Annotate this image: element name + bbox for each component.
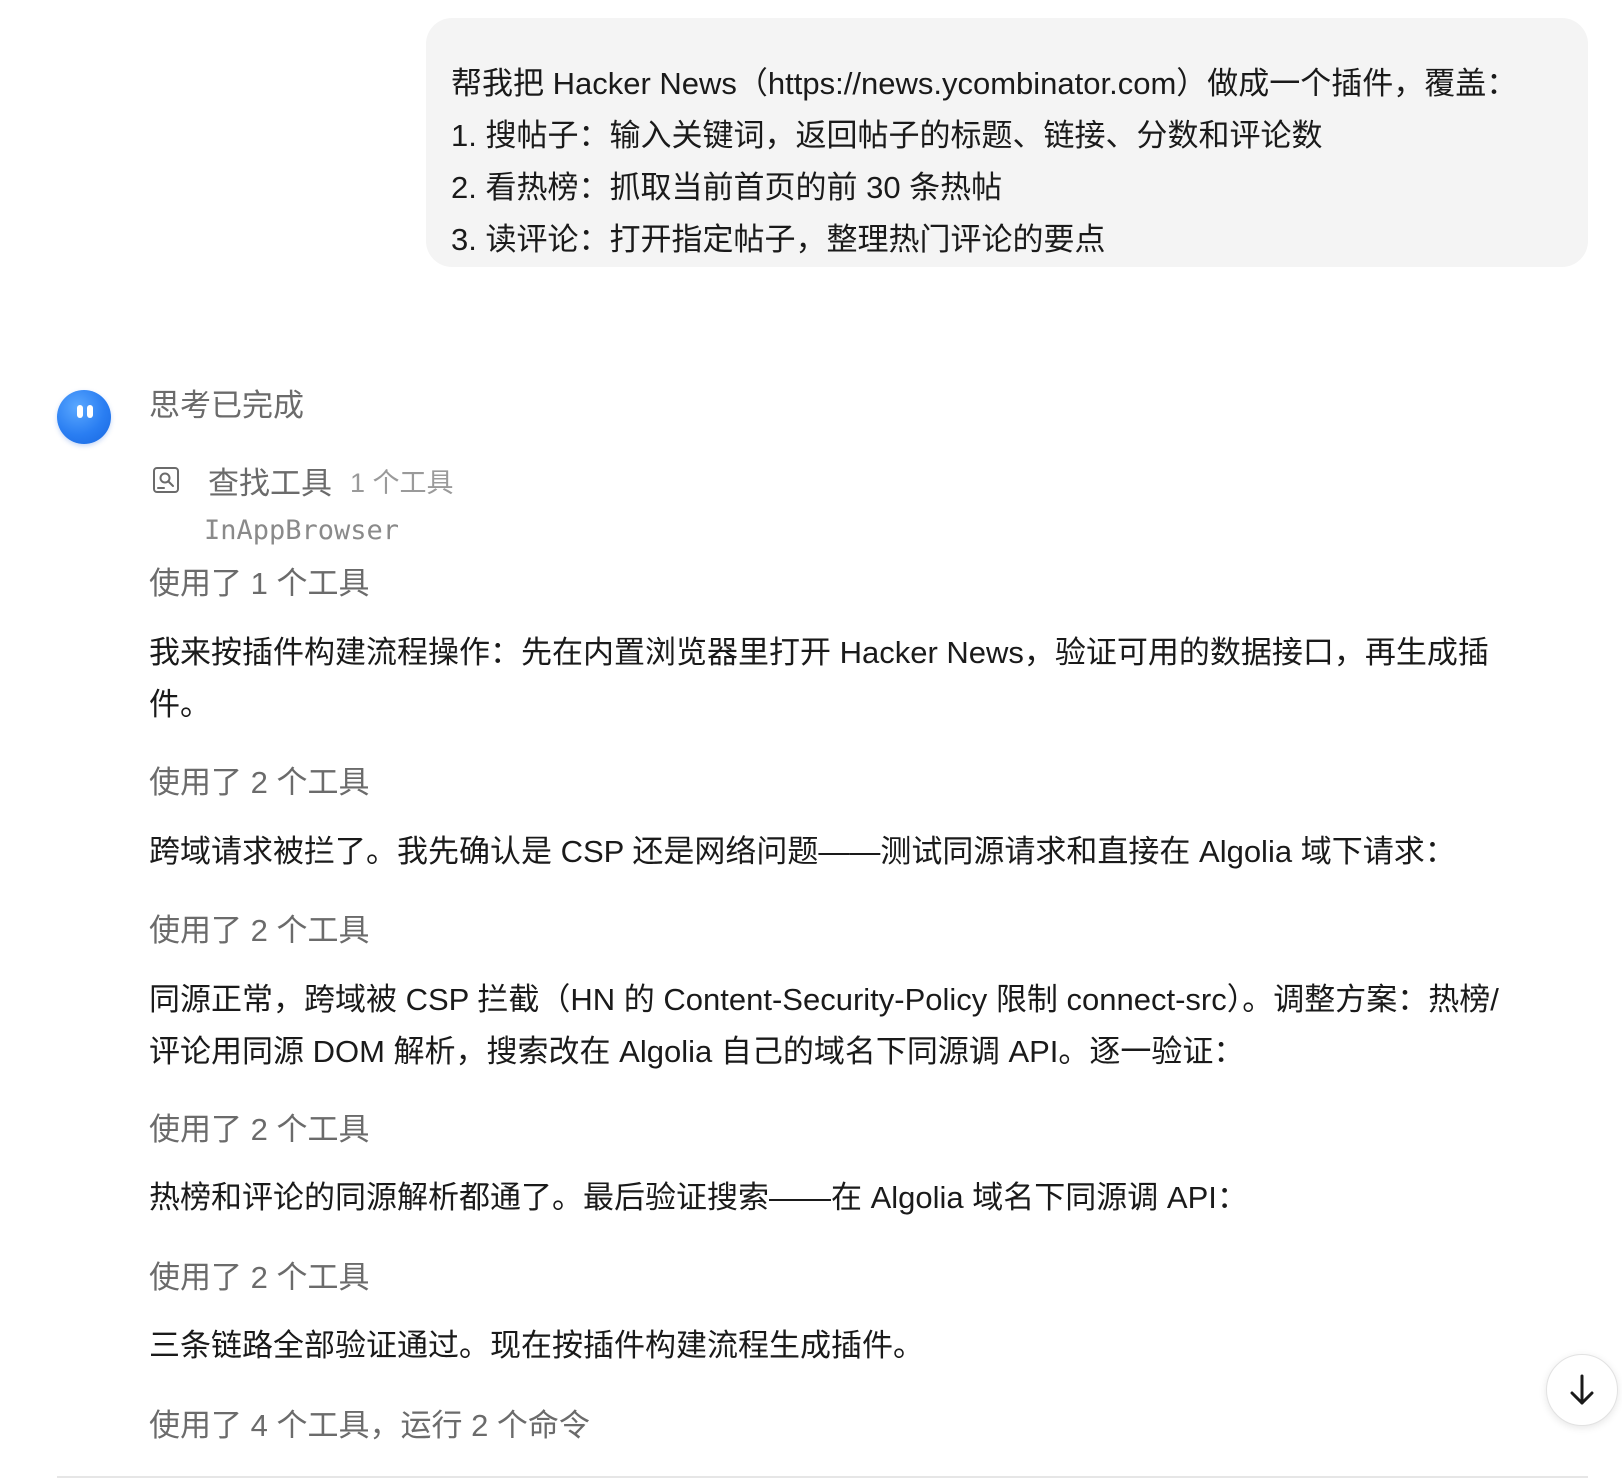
assistant-message: 跨域请求被拦了。我先确认是 CSP 还是网络问题——测试同源请求和直接在 Alg… xyxy=(149,826,1569,878)
used-tools-toggle[interactable]: 使用了 2 个工具 xyxy=(149,1108,369,1152)
image-search-icon xyxy=(153,467,179,493)
tool-search-count: 1 个工具 xyxy=(350,467,454,498)
assistant-avatar xyxy=(57,390,111,444)
assistant-message-line: 同源正常，跨域被 CSP 拦截（HN 的 Content-Security-Po… xyxy=(149,982,1499,1017)
used-tools-toggle[interactable]: 使用了 4 个工具，运行 2 个命令 xyxy=(149,1404,590,1448)
assistant-message-line: 件。 xyxy=(149,687,211,722)
tool-search-label: 查找工具 xyxy=(208,465,332,501)
used-tools-toggle[interactable]: 使用了 2 个工具 xyxy=(149,761,369,805)
tool-search-row[interactable]: 查找工具 1 个工具 xyxy=(151,458,454,502)
user-message-line: 帮我把 Hacker News（https://news.ycombinator… xyxy=(451,66,1518,101)
assistant-message: 热榜和评论的同源解析都通了。最后验证搜索——在 Algolia 域名下同源调 A… xyxy=(149,1172,1569,1224)
scroll-to-bottom-button[interactable] xyxy=(1546,1354,1618,1426)
avatar-eye-left xyxy=(77,405,83,418)
user-message-line: 2. 看热榜：抓取当前首页的前 30 条热帖 xyxy=(451,170,1003,205)
assistant-message: 三条链路全部验证通过。现在按插件构建流程生成插件。 xyxy=(149,1320,1569,1372)
assistant-message: 同源正常，跨域被 CSP 拦截（HN 的 Content-Security-Po… xyxy=(149,974,1569,1078)
assistant-message-line: 热榜和评论的同源解析都通了。最后验证搜索——在 Algolia 域名下同源调 A… xyxy=(149,1180,1248,1215)
avatar-eye-right xyxy=(87,405,93,418)
used-tools-toggle[interactable]: 使用了 2 个工具 xyxy=(149,909,369,953)
assistant-message-line: 评论用同源 DOM 解析，搜索改在 Algolia 自己的域名下同源调 API。… xyxy=(149,1034,1245,1069)
user-message-line: 3. 读评论：打开指定帖子，整理热门评论的要点 xyxy=(451,222,1106,257)
assistant-message: 我来按插件构建流程操作：先在内置浏览器里打开 Hacker News，验证可用的… xyxy=(149,627,1569,731)
assistant-message-line: 我来按插件构建流程操作：先在内置浏览器里打开 Hacker News，验证可用的… xyxy=(149,635,1489,670)
arrow-down-icon xyxy=(1570,1374,1594,1405)
tool-name: InAppBrowser xyxy=(204,515,400,546)
user-message-line: 1. 搜帖子：输入关键词，返回帖子的标题、链接、分数和评论数 xyxy=(451,118,1323,153)
used-tools-toggle[interactable]: 使用了 2 个工具 xyxy=(149,1256,369,1300)
user-message-bubble: 帮我把 Hacker News（https://news.ycombinator… xyxy=(426,18,1588,267)
assistant-message-line: 三条链路全部验证通过。现在按插件构建流程生成插件。 xyxy=(149,1328,924,1363)
used-tools-toggle[interactable]: 使用了 1 个工具 xyxy=(149,562,369,606)
assistant-message-line: 跨域请求被拦了。我先确认是 CSP 还是网络问题——测试同源请求和直接在 Alg… xyxy=(149,834,1456,869)
thinking-status-toggle[interactable]: 思考已完成 xyxy=(149,384,304,428)
